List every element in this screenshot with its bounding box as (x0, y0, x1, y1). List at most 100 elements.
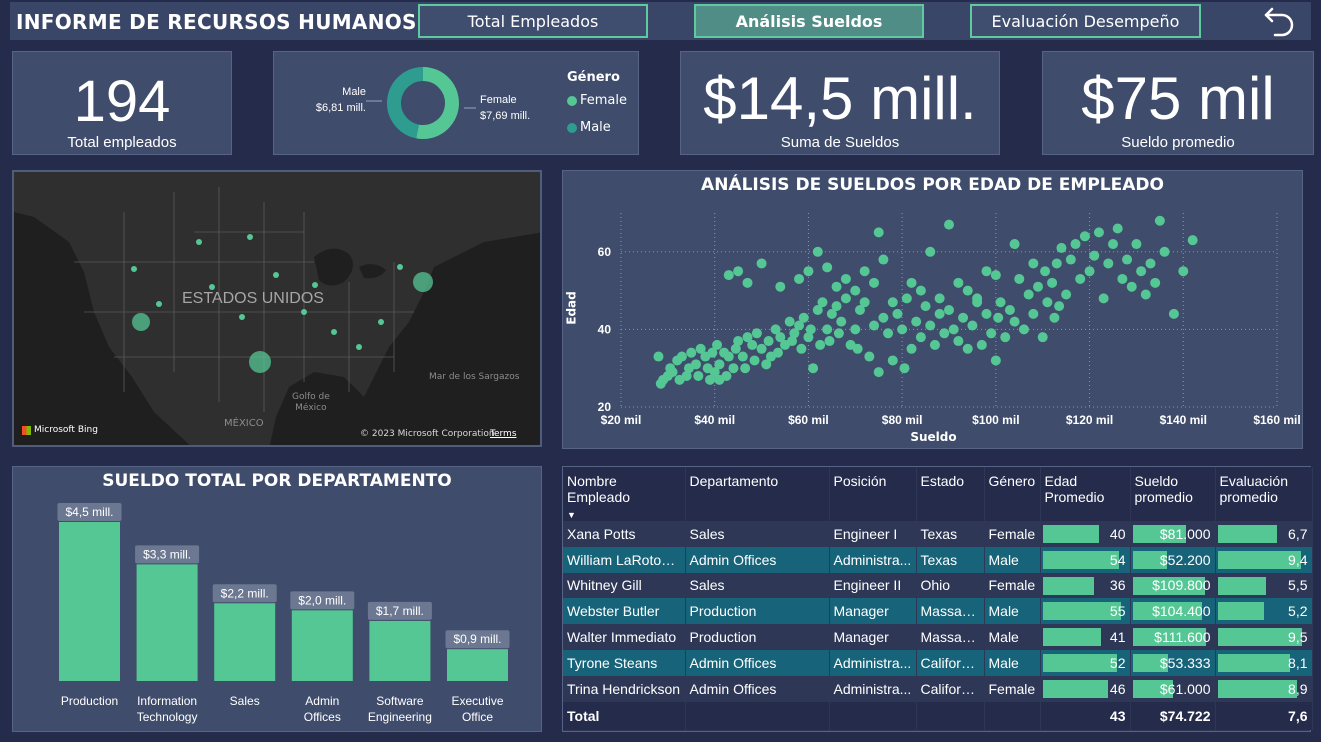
scatter-point[interactable] (873, 227, 884, 238)
scatter-point[interactable] (763, 336, 774, 347)
scatter-point[interactable] (756, 258, 767, 269)
scatter-point[interactable] (962, 343, 973, 354)
scatter-point[interactable] (812, 246, 823, 257)
scatter-point[interactable] (805, 324, 816, 335)
bar-5[interactable] (447, 649, 508, 681)
scatter-point[interactable] (1037, 332, 1048, 343)
scatter-point[interactable] (939, 328, 950, 339)
scatter-point[interactable] (822, 262, 833, 273)
scatter-point[interactable] (742, 277, 753, 288)
scatter-point[interactable] (824, 336, 835, 347)
scatter-point[interactable] (948, 324, 959, 335)
scatter-point[interactable] (723, 270, 734, 281)
nav-total-empleados-button[interactable]: Total Empleados (418, 4, 648, 38)
scatter-point[interactable] (775, 281, 786, 292)
col-header-evaluacion[interactable]: Evaluación promedio (1215, 467, 1313, 521)
scatter-point[interactable] (972, 297, 983, 308)
scatter-point[interactable] (1000, 332, 1011, 343)
scatter-point[interactable] (958, 312, 969, 323)
map-bubble[interactable] (156, 301, 162, 307)
scatter-point[interactable] (925, 320, 936, 331)
scatter-point[interactable] (733, 336, 744, 347)
nav-evaluacion-desempeno-button[interactable]: Evaluación Desempeño (970, 4, 1201, 38)
legend-item-male[interactable]: Male (567, 120, 611, 135)
scatter-point[interactable] (1122, 254, 1133, 265)
scatter-point[interactable] (993, 312, 1004, 323)
scatter-point[interactable] (796, 343, 807, 354)
scatter-point[interactable] (925, 246, 936, 257)
scatter-point[interactable] (1040, 266, 1051, 277)
scatter-point[interactable] (1093, 227, 1104, 238)
scatter-point[interactable] (712, 339, 723, 350)
legend-item-female[interactable]: Female (567, 93, 627, 108)
scatter-point[interactable] (906, 343, 917, 354)
scatter-point[interactable] (1136, 266, 1147, 277)
table-row[interactable]: William LaRoton... Admin Offices Administr… (563, 546, 1313, 573)
scatter-point[interactable] (1009, 316, 1020, 327)
scatter-point[interactable] (1154, 215, 1165, 226)
scatter-point[interactable] (749, 355, 760, 366)
scatter-point[interactable] (990, 355, 1001, 366)
map-bubble[interactable] (378, 319, 384, 325)
scatter-point[interactable] (822, 324, 833, 335)
scatter-point[interactable] (653, 351, 664, 362)
scatter-chart[interactable]: $20 mil $40 mil $60 mil $80 mil $100 mil $120… (563, 171, 1304, 450)
scatter-point[interactable] (817, 297, 828, 308)
map-bubble[interactable] (312, 282, 318, 288)
scatter-point[interactable] (836, 316, 847, 327)
scatter-point[interactable] (878, 312, 889, 323)
map-bubble[interactable] (356, 344, 362, 350)
map-bubble[interactable] (397, 264, 403, 270)
scatter-point[interactable] (1054, 301, 1065, 312)
scatter-point[interactable] (901, 293, 912, 304)
scatter-point[interactable] (990, 270, 1001, 281)
scatter-point[interactable] (1117, 273, 1128, 284)
scatter-point[interactable] (878, 254, 889, 265)
scatter-point[interactable] (897, 324, 908, 335)
bar-4[interactable] (369, 620, 431, 681)
scatter-point[interactable] (840, 293, 851, 304)
scatter-point[interactable] (981, 266, 992, 277)
donut-slice-female[interactable] (416, 67, 459, 139)
col-header-genero[interactable]: Género (984, 467, 1041, 521)
scatter-point[interactable] (869, 277, 880, 288)
scatter-point[interactable] (798, 312, 809, 323)
scatter-point[interactable] (737, 351, 748, 362)
back-arrow-icon[interactable] (1263, 5, 1297, 37)
bar-1[interactable] (136, 564, 198, 681)
table-row[interactable]: Trina Hendrickson Admin Offices Administra… (563, 675, 1313, 702)
scatter-point[interactable] (859, 297, 870, 308)
scatter-point[interactable] (1023, 289, 1034, 300)
col-header-posicion[interactable]: Posición (829, 467, 917, 521)
scatter-point[interactable] (850, 285, 861, 296)
scatter-point[interactable] (1075, 273, 1086, 284)
scatter-point[interactable] (1009, 239, 1020, 250)
scatter-point[interactable] (864, 351, 875, 362)
bar-3[interactable] (291, 610, 353, 681)
scatter-point[interactable] (1047, 277, 1058, 288)
scatter-point[interactable] (723, 351, 734, 362)
scatter-point[interactable] (840, 273, 851, 284)
scatter-point[interactable] (728, 363, 739, 374)
scatter-point[interactable] (740, 363, 751, 374)
scatter-point[interactable] (852, 343, 863, 354)
scatter-point[interactable] (1049, 312, 1060, 323)
scatter-point[interactable] (676, 351, 687, 362)
scatter-point[interactable] (756, 343, 767, 354)
scatter-point[interactable] (831, 281, 842, 292)
scatter-point[interactable] (794, 273, 805, 284)
scatter-point[interactable] (899, 363, 910, 374)
scatter-point[interactable] (1103, 258, 1114, 269)
scatter-point[interactable] (944, 305, 954, 315)
scatter-point[interactable] (1004, 305, 1015, 315)
scatter-point[interactable] (733, 266, 744, 277)
scatter-point[interactable] (1108, 239, 1118, 250)
col-header-edad[interactable]: Edad Promedio (1040, 467, 1131, 521)
scatter-point[interactable] (920, 301, 931, 312)
scatter-point[interactable] (815, 339, 826, 350)
map-bubble[interactable] (132, 313, 150, 331)
scatter-point[interactable] (667, 367, 678, 378)
scatter-point[interactable] (803, 266, 814, 277)
scatter-point[interactable] (1126, 281, 1137, 292)
usa-map[interactable] (14, 172, 542, 447)
